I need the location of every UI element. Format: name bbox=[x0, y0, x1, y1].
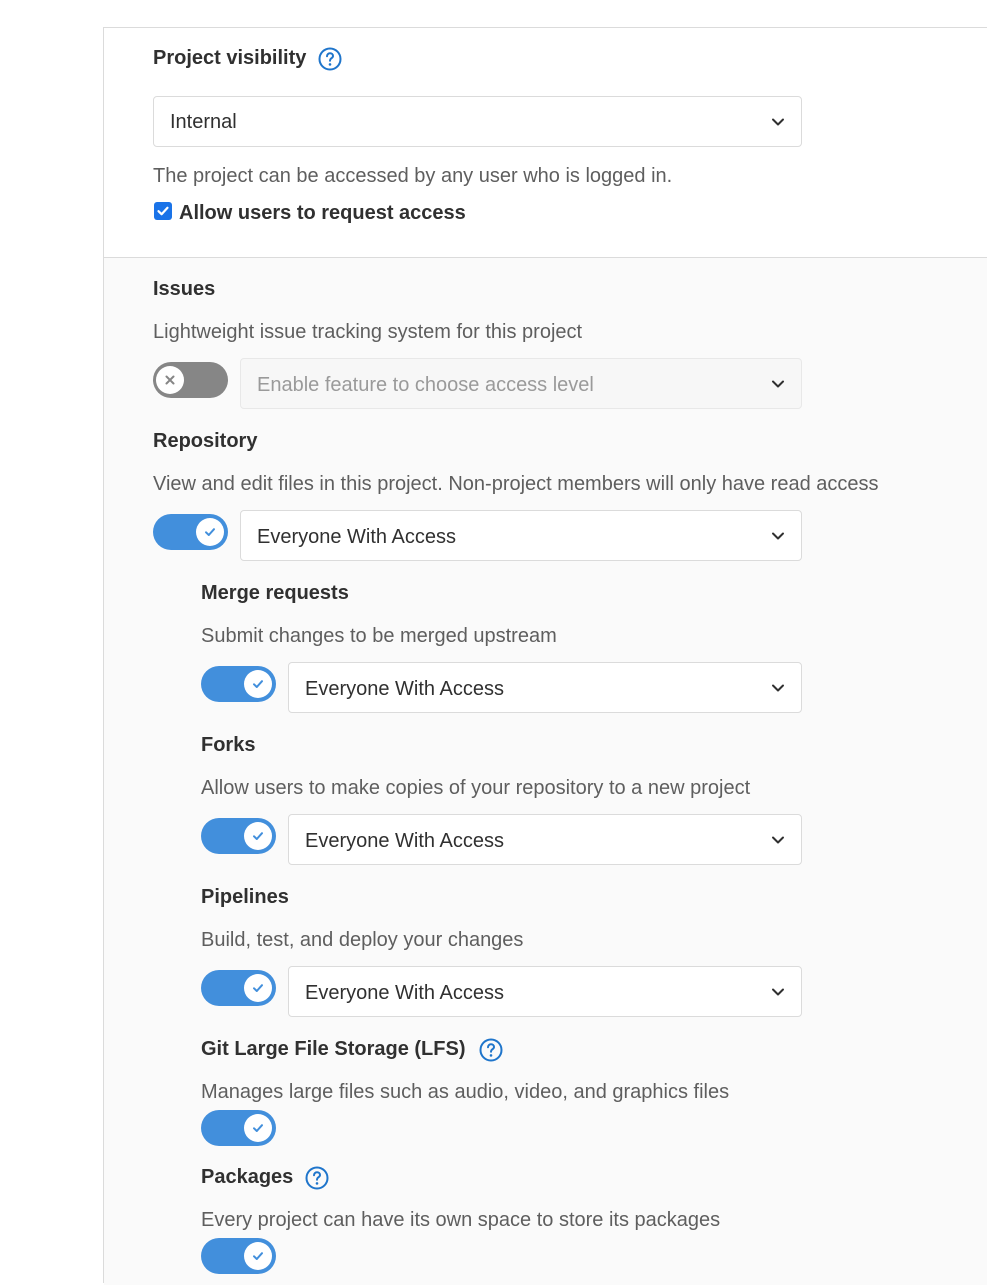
repository-description: View and edit files in this project. Non… bbox=[153, 473, 879, 495]
visibility-select[interactable]: Internal bbox=[153, 96, 802, 147]
issues-description: Lightweight issue tracking system for th… bbox=[153, 321, 583, 343]
merge-requests-toggle[interactable] bbox=[201, 666, 276, 702]
visibility-description: The project can be accessed by any user … bbox=[153, 165, 673, 187]
toggle-knob bbox=[156, 366, 184, 394]
chevron-down-icon bbox=[772, 118, 784, 126]
packages-toggle[interactable] bbox=[201, 1238, 276, 1274]
toggle-knob bbox=[244, 1242, 272, 1270]
chevron-down-icon bbox=[772, 836, 784, 844]
pipelines-access-value: Everyone With Access bbox=[305, 982, 504, 1004]
toggle-knob bbox=[244, 1114, 272, 1142]
question-circle-icon[interactable] bbox=[479, 1038, 503, 1062]
pipelines-toggle[interactable] bbox=[201, 970, 276, 1006]
packages-description: Every project can have its own space to … bbox=[201, 1209, 721, 1231]
issues-access-value: Enable feature to choose access level bbox=[257, 374, 594, 396]
merge-requests-description: Submit changes to be merged upstream bbox=[201, 625, 557, 647]
visibility-select-value: Internal bbox=[170, 111, 237, 133]
chevron-down-icon bbox=[772, 988, 784, 996]
toggle-knob bbox=[244, 670, 272, 698]
checkmark-icon bbox=[253, 832, 263, 840]
merge-requests-access-value: Everyone With Access bbox=[305, 678, 504, 700]
chevron-down-icon bbox=[772, 380, 784, 388]
features-section: Issues Lightweight issue tracking system… bbox=[104, 257, 987, 1285]
permissions-panel: Project visibility Internal The project … bbox=[103, 27, 987, 1285]
forks-description: Allow users to make copies of your repos… bbox=[201, 777, 751, 799]
toggle-knob bbox=[244, 822, 272, 850]
checkmark-icon bbox=[253, 680, 263, 688]
checkmark-icon bbox=[253, 984, 263, 992]
packages-heading: Packages bbox=[201, 1165, 329, 1190]
visibility-label: Project visibility bbox=[153, 47, 307, 69]
request-access-checkbox[interactable] bbox=[154, 202, 172, 220]
lfs-heading: Git Large File Storage (LFS) bbox=[201, 1037, 503, 1062]
pipelines-access-select[interactable]: Everyone With Access bbox=[288, 966, 802, 1017]
forks-access-value: Everyone With Access bbox=[305, 830, 504, 852]
checkmark-icon bbox=[253, 1252, 263, 1260]
lfs-title: Git Large File Storage (LFS) bbox=[201, 1038, 466, 1060]
question-circle-icon[interactable] bbox=[305, 1166, 329, 1190]
checkmark-icon bbox=[157, 206, 169, 216]
visibility-heading: Project visibility bbox=[153, 46, 342, 71]
issues-toggle[interactable] bbox=[153, 362, 228, 398]
visibility-section: Project visibility Internal The project … bbox=[104, 28, 987, 257]
toggle-knob bbox=[196, 518, 224, 546]
repository-access-select[interactable]: Everyone With Access bbox=[240, 510, 802, 561]
forks-toggle[interactable] bbox=[201, 818, 276, 854]
repository-title: Repository bbox=[153, 430, 258, 452]
lfs-description: Manages large files such as audio, video… bbox=[201, 1081, 730, 1103]
chevron-down-icon bbox=[772, 684, 784, 692]
question-circle-icon[interactable] bbox=[318, 47, 342, 71]
packages-title: Packages bbox=[201, 1166, 294, 1188]
merge-requests-access-select[interactable]: Everyone With Access bbox=[288, 662, 802, 713]
pipelines-title: Pipelines bbox=[201, 886, 289, 908]
x-icon bbox=[165, 375, 175, 385]
forks-title: Forks bbox=[201, 734, 256, 756]
repository-toggle[interactable] bbox=[153, 514, 228, 550]
checkmark-icon bbox=[253, 1124, 263, 1132]
toggle-knob bbox=[244, 974, 272, 1002]
issues-access-select[interactable]: Enable feature to choose access level bbox=[240, 358, 802, 409]
repository-access-value: Everyone With Access bbox=[257, 526, 456, 548]
merge-requests-title: Merge requests bbox=[201, 582, 349, 604]
forks-access-select[interactable]: Everyone With Access bbox=[288, 814, 802, 865]
checkmark-icon bbox=[205, 528, 215, 536]
issues-title: Issues bbox=[153, 278, 216, 300]
lfs-toggle[interactable] bbox=[201, 1110, 276, 1146]
request-access-label[interactable]: Allow users to request access bbox=[179, 201, 466, 225]
chevron-down-icon bbox=[772, 532, 784, 540]
pipelines-description: Build, test, and deploy your changes bbox=[201, 929, 524, 951]
